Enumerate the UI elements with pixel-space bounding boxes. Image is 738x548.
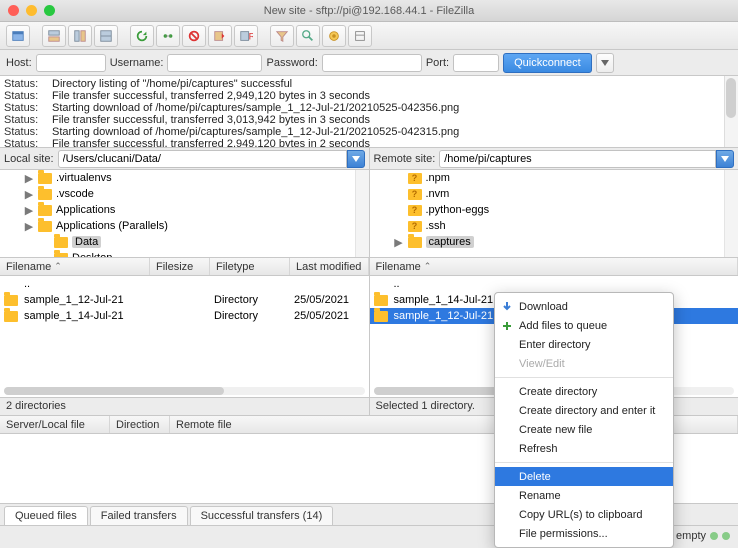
remote-path-input[interactable] xyxy=(439,150,716,168)
remote-list-header: Filename xyxy=(370,258,738,276)
ctx-add-queue[interactable]: Add files to queue xyxy=(495,316,673,335)
tab-success[interactable]: Successful transfers (14) xyxy=(190,506,334,525)
list-item[interactable]: sample_1_12-Jul-21Directory25/05/2021 xyxy=(0,292,369,308)
tab-failed[interactable]: Failed transfers xyxy=(90,506,188,525)
col-modified[interactable]: Last modified xyxy=(290,258,369,275)
port-input[interactable] xyxy=(453,54,499,72)
password-input[interactable] xyxy=(322,54,422,72)
window-maximize-button[interactable] xyxy=(44,5,55,16)
ctx-copy-url[interactable]: Copy URL(s) to clipboard xyxy=(495,505,673,524)
host-input[interactable] xyxy=(36,54,106,72)
add-queue-icon xyxy=(501,320,513,332)
quickconnect-button[interactable]: Quickconnect xyxy=(503,53,592,73)
local-list-header: Filename Filesize Filetype Last modified xyxy=(0,258,370,276)
ctx-create-dir[interactable]: Create directory xyxy=(495,382,673,401)
remote-site-label: Remote site: xyxy=(374,153,436,165)
tree-item[interactable]: ?.python-eggs xyxy=(370,202,738,218)
ctx-delete[interactable]: Delete xyxy=(495,467,673,486)
svg-text:R: R xyxy=(249,31,253,42)
reconnect-button[interactable]: R xyxy=(234,25,258,47)
col-filename-remote[interactable]: Filename xyxy=(370,258,738,275)
ctx-create-enter[interactable]: Create directory and enter it xyxy=(495,401,673,420)
window-minimize-button[interactable] xyxy=(26,5,37,16)
col-filesize[interactable]: Filesize xyxy=(150,258,210,275)
remote-site-bar: Remote site: xyxy=(370,148,738,169)
window-close-button[interactable] xyxy=(8,5,19,16)
tree-item[interactable]: ▶.vscode xyxy=(0,186,369,202)
tree-item[interactable]: Data xyxy=(0,234,369,250)
username-label: Username: xyxy=(110,57,164,69)
quickconnect-history-button[interactable] xyxy=(596,53,614,73)
titlebar: New site - sftp://pi@192.168.44.1 - File… xyxy=(0,0,738,22)
col-filetype[interactable]: Filetype xyxy=(210,258,290,275)
tree-item[interactable]: ▶captures xyxy=(370,234,738,250)
tree-item[interactable]: ▶.virtualenvs xyxy=(0,170,369,186)
port-label: Port: xyxy=(426,57,449,69)
ctx-create-file[interactable]: Create new file xyxy=(495,420,673,439)
tree-item[interactable]: ▶Applications xyxy=(0,202,369,218)
remote-path-dropdown[interactable] xyxy=(716,150,734,168)
password-label: Password: xyxy=(266,57,317,69)
quickconnect-bar: Host: Username: Password: Port: Quickcon… xyxy=(0,50,738,76)
local-tree[interactable]: ▶.virtualenvs▶.vscode▶Applications▶Appli… xyxy=(0,170,370,257)
list-item[interactable]: .. xyxy=(0,276,369,292)
local-status: 2 directories xyxy=(0,398,370,416)
download-icon xyxy=(501,301,513,313)
context-menu: Download Add files to queue Enter direct… xyxy=(494,292,674,548)
process-queue-button[interactable] xyxy=(156,25,180,47)
toggle-log-button[interactable] xyxy=(42,25,66,47)
main-toolbar: R xyxy=(0,22,738,50)
local-file-list[interactable]: ..sample_1_12-Jul-21Directory25/05/2021s… xyxy=(0,276,370,397)
list-item[interactable]: .. xyxy=(370,276,738,292)
list-item[interactable]: sample_1_14-Jul-21Directory25/05/2021 xyxy=(0,308,369,324)
cancel-button[interactable] xyxy=(182,25,206,47)
username-input[interactable] xyxy=(167,54,262,72)
toggle-tree-button[interactable] xyxy=(68,25,92,47)
local-path-dropdown[interactable] xyxy=(347,150,365,168)
tree-item[interactable]: ?.nvm xyxy=(370,186,738,202)
ctx-refresh[interactable]: Refresh xyxy=(495,439,673,458)
compare-button[interactable] xyxy=(296,25,320,47)
local-site-label: Local site: xyxy=(4,153,54,165)
local-site-bar: Local site: xyxy=(0,148,370,169)
ctx-permissions[interactable]: File permissions... xyxy=(495,524,673,543)
site-manager-button[interactable] xyxy=(6,25,30,47)
tab-queued[interactable]: Queued files xyxy=(4,506,88,525)
remote-tree[interactable]: ?.npm?.nvm?.python-eggs?.ssh▶captures xyxy=(370,170,738,257)
col-server[interactable]: Server/Local file xyxy=(0,416,110,433)
tree-item[interactable]: Desktop xyxy=(0,250,369,257)
tree-item[interactable]: ?.ssh xyxy=(370,218,738,234)
col-direction[interactable]: Direction xyxy=(110,416,170,433)
ctx-rename[interactable]: Rename xyxy=(495,486,673,505)
ctx-download[interactable]: Download xyxy=(495,297,673,316)
ctx-enter-dir[interactable]: Enter directory xyxy=(495,335,673,354)
tree-item[interactable]: ▶Applications (Parallels) xyxy=(0,218,369,234)
local-path-input[interactable] xyxy=(58,150,347,168)
toggle-queue-button[interactable] xyxy=(94,25,118,47)
filter-button[interactable] xyxy=(270,25,294,47)
sync-button[interactable] xyxy=(322,25,346,47)
ctx-view-edit: View/Edit xyxy=(495,354,673,373)
col-filename[interactable]: Filename xyxy=(0,258,150,275)
disconnect-button[interactable] xyxy=(208,25,232,47)
message-log[interactable]: Status:Directory listing of "/home/pi/ca… xyxy=(0,76,738,148)
refresh-button[interactable] xyxy=(130,25,154,47)
host-label: Host: xyxy=(6,57,32,69)
tree-item[interactable]: ?.npm xyxy=(370,170,738,186)
search-button[interactable] xyxy=(348,25,372,47)
window-title: New site - sftp://pi@192.168.44.1 - File… xyxy=(0,5,738,17)
